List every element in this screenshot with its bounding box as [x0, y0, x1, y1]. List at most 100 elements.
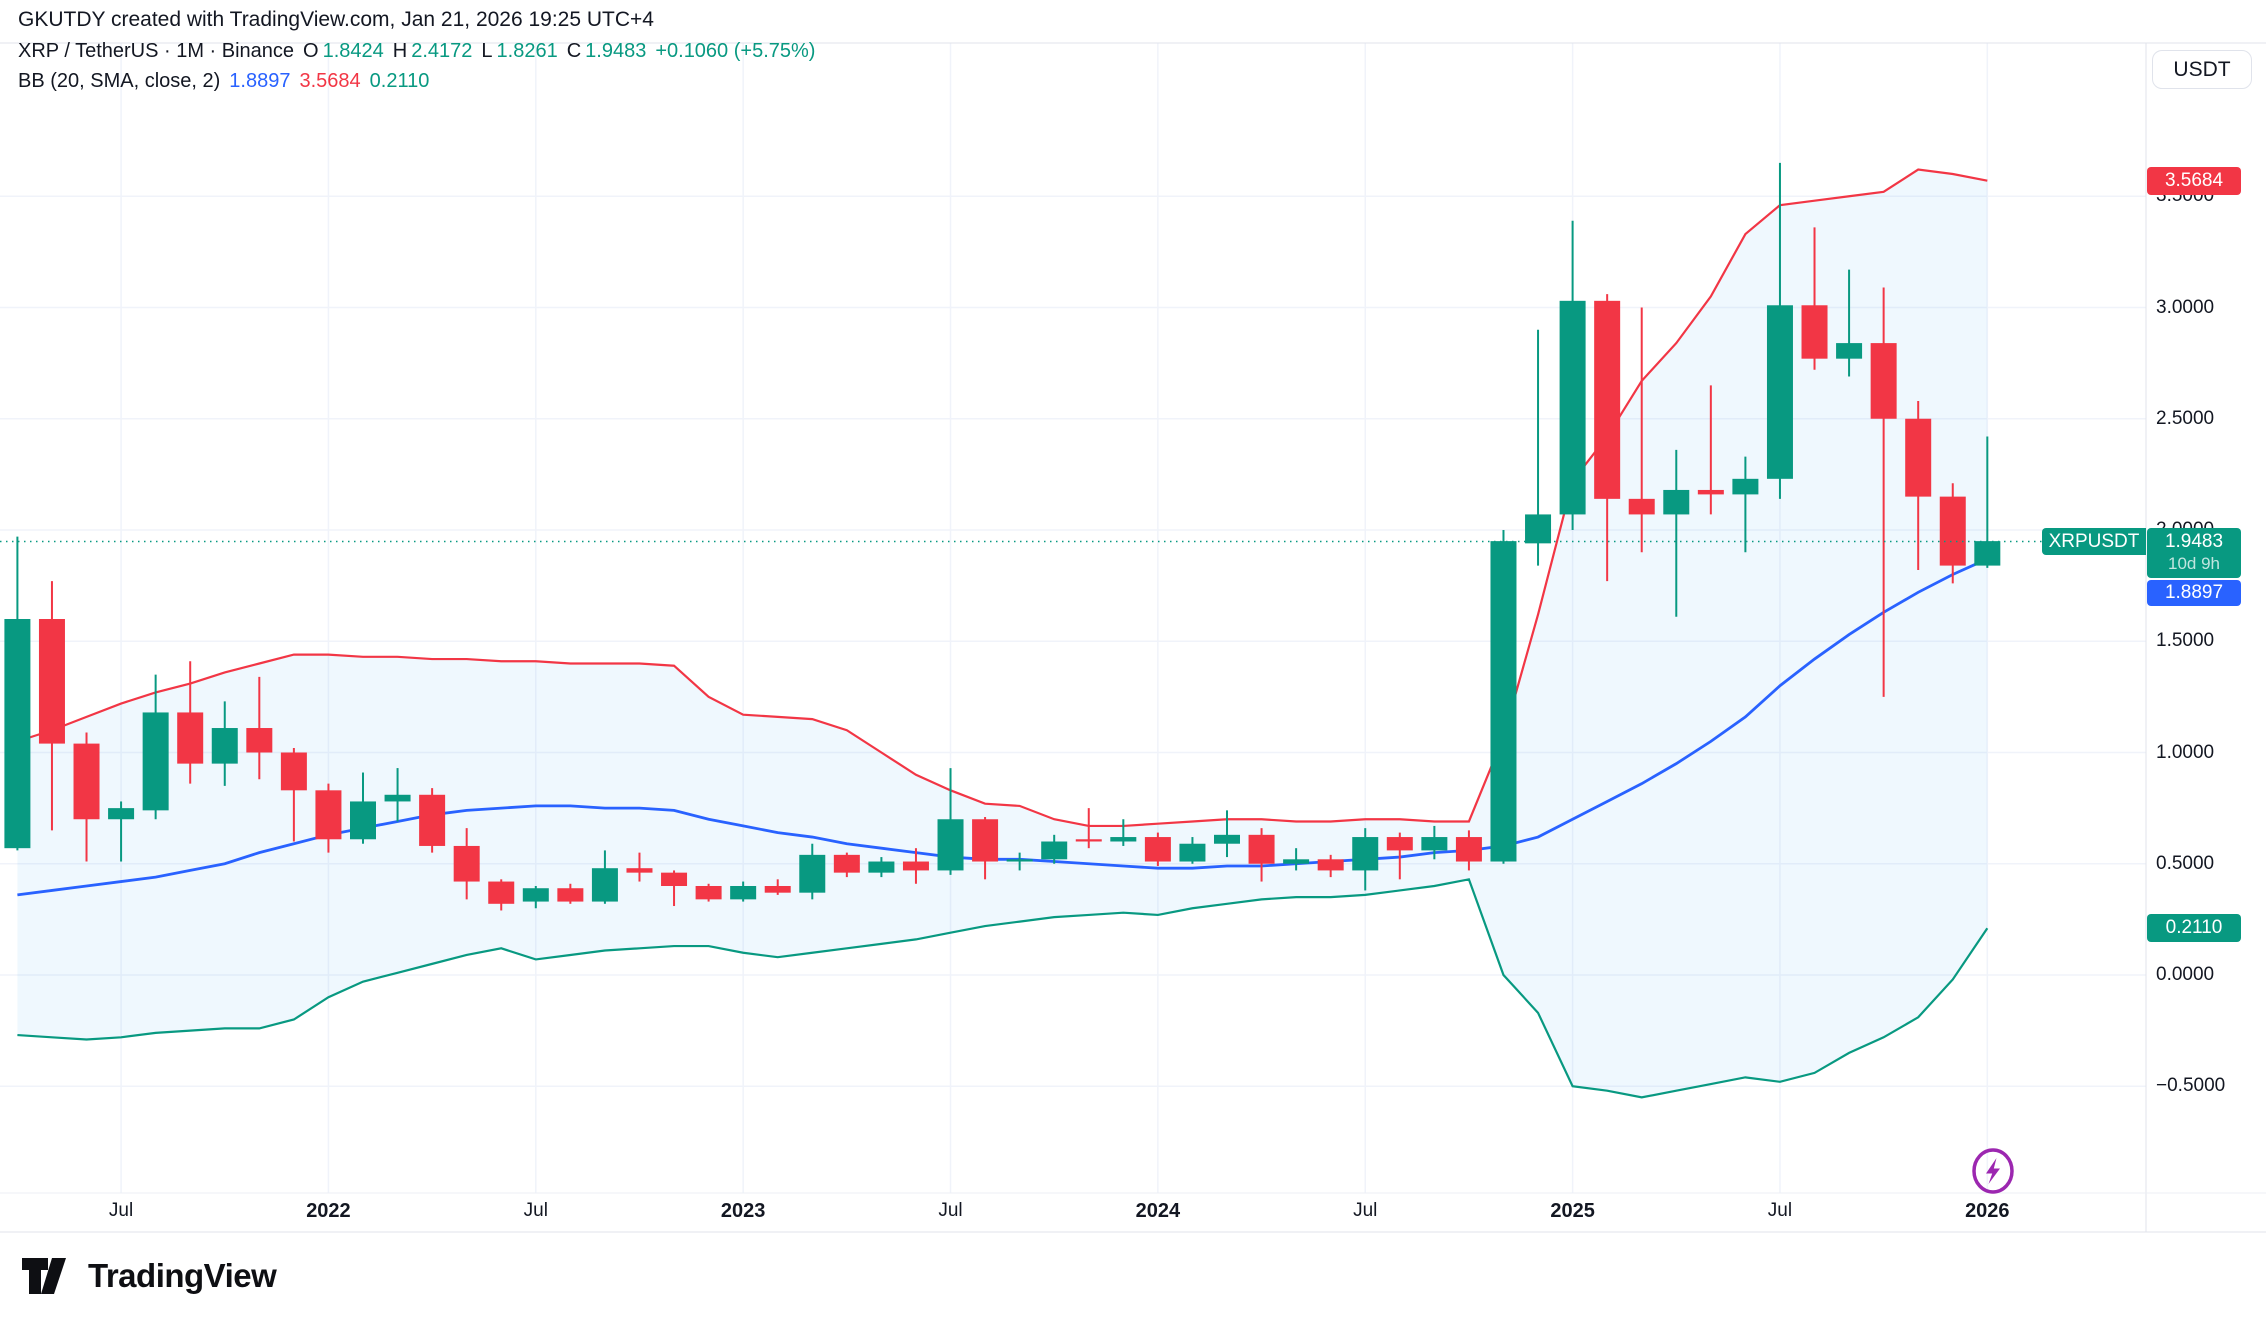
candle-body [281, 753, 307, 791]
time-tick: 2024 [1113, 1200, 1203, 1223]
lower-band-price-badge: 0.2110 [2147, 914, 2241, 942]
candle-body [1352, 837, 1378, 870]
candle-body [1387, 837, 1413, 850]
bb-upper-value: 3.5684 [299, 66, 360, 96]
bb-lower-value: 0.2110 [370, 66, 430, 96]
tradingview-logo[interactable]: TradingView [22, 1256, 276, 1296]
candle-body [1041, 842, 1067, 860]
candle-body [1456, 837, 1482, 861]
price-tick: 1.5000 [2156, 630, 2262, 652]
candle-body [1145, 837, 1171, 861]
candle-body [1732, 479, 1758, 495]
candle-body [143, 712, 169, 810]
candle-body [315, 790, 341, 839]
candle-body [1283, 859, 1309, 863]
chart-canvas[interactable] [0, 0, 2266, 1331]
candle-body [730, 886, 756, 899]
candle-body [557, 888, 583, 901]
currency-toggle-button[interactable]: USDT [2152, 50, 2252, 89]
price-change: +0.1060 (+5.75%) [655, 36, 815, 66]
tradingview-chart-widget: { "attribution": "GKUTDY created with Tr… [0, 0, 2266, 1331]
bb-indicator-label: BB (20, SMA, close, 2) [18, 66, 220, 96]
last-price-badge: 1.9483 10d 9h [2147, 528, 2241, 578]
candle-body [1940, 497, 1966, 566]
candle-body [1214, 835, 1240, 844]
candle-body [177, 712, 203, 763]
candle-body [1663, 490, 1689, 514]
price-tick: 0.5000 [2156, 853, 2262, 875]
bb-basis-value: 1.8897 [229, 66, 290, 96]
candle-body [1836, 343, 1862, 359]
bb-fill-area [17, 170, 1987, 1098]
candle-body [1318, 859, 1344, 870]
tradingview-logo-mark [22, 1256, 74, 1296]
candle-body [4, 619, 30, 848]
candle-body [1629, 499, 1655, 515]
candle-body [626, 868, 652, 872]
price-tick: 2.5000 [2156, 408, 2262, 430]
candle-body [488, 882, 514, 904]
candle-body [1076, 839, 1102, 841]
candle-body [74, 744, 100, 820]
candle-body [212, 728, 238, 764]
candle-body [1802, 305, 1828, 358]
candle-body [1007, 859, 1033, 861]
candle-body [246, 728, 272, 752]
candle-body [868, 862, 894, 873]
bar-countdown: 10d 9h [2168, 553, 2220, 575]
ohlc-low: L 1.8261 [481, 36, 557, 66]
candle-body [108, 808, 134, 819]
ohlc-close: C 1.9483 [567, 36, 647, 66]
candle-body [1421, 837, 1447, 850]
candle-body [661, 873, 687, 886]
realtime-flash-icon[interactable] [1971, 1148, 2015, 1194]
candle-body [696, 886, 722, 899]
candle-body [385, 795, 411, 802]
candle-body [1871, 343, 1897, 419]
candle-body [419, 795, 445, 846]
candle-body [972, 819, 998, 861]
candle-body [1594, 301, 1620, 499]
candle-body [39, 619, 65, 744]
time-tick: 2025 [1528, 1200, 1618, 1223]
time-tick: Jul [906, 1200, 996, 1222]
candle-body [1767, 305, 1793, 479]
candle-body [765, 886, 791, 893]
candle-body [938, 819, 964, 870]
candle-body [1110, 837, 1136, 841]
price-tick: 0.0000 [2156, 964, 2262, 986]
candle-body [454, 846, 480, 882]
time-tick: Jul [1320, 1200, 1410, 1222]
candle-body [1974, 541, 2000, 565]
upper-band-price-badge: 3.5684 [2147, 167, 2241, 195]
time-tick: Jul [491, 1200, 581, 1222]
sma-price-badge: 1.8897 [2147, 580, 2241, 606]
tradingview-logo-text: TradingView [88, 1257, 276, 1295]
candle-body [903, 862, 929, 871]
price-tick: 3.0000 [2156, 297, 2262, 319]
time-tick: 2022 [283, 1200, 373, 1223]
candle-body [1698, 490, 1724, 494]
symbol-price-label: XRPUSDT [2042, 528, 2146, 555]
legend[interactable]: XRP / TetherUS · 1M · Binance O 1.8424 H… [18, 36, 815, 96]
time-tick: Jul [1735, 1200, 1825, 1222]
ohlc-open: O 1.8424 [303, 36, 384, 66]
candle-body [1525, 514, 1551, 543]
candle-body [1249, 835, 1275, 864]
candle-body [799, 855, 825, 893]
time-tick: 2023 [698, 1200, 788, 1223]
symbol-title: XRP / TetherUS · 1M · Binance [18, 36, 294, 66]
time-tick: Jul [76, 1200, 166, 1222]
candle-body [523, 888, 549, 901]
price-tick: 1.0000 [2156, 742, 2262, 764]
candle-body [1179, 844, 1205, 862]
candle-body [834, 855, 860, 873]
price-tick: −0.5000 [2156, 1075, 2262, 1097]
candle-body [592, 868, 618, 901]
candle-body [1560, 301, 1586, 515]
legend-bb-row: BB (20, SMA, close, 2) 1.8897 3.5684 0.2… [18, 66, 815, 96]
candle-body [1905, 419, 1931, 497]
time-tick: 2026 [1942, 1200, 2032, 1223]
candle-body [1490, 541, 1516, 861]
ohlc-high: H 2.4172 [393, 36, 473, 66]
